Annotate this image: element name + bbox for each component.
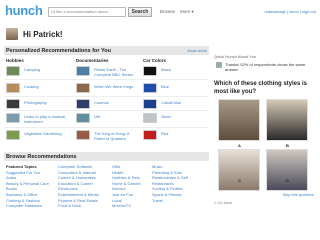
column-heading-car-colors: Car Colors (143, 58, 167, 63)
column-heading-hobbies: Hobbies (6, 58, 24, 63)
browse-column: Computer Software Computers & Internet Cul… (58, 164, 99, 209)
poll-option-d-image[interactable] (266, 149, 308, 191)
recommendation-label[interactable]: Cobalt blue (161, 100, 207, 105)
recommendation-thumbnail[interactable] (143, 66, 157, 76)
row-divider (4, 96, 209, 97)
quick-hunch-panel: Quick Hunch About You Thanks! 52% of res… (214, 54, 316, 204)
recommendation-thumbnail[interactable] (76, 130, 90, 140)
browse-header: Browse Recommendations (4, 152, 209, 161)
recommendation-thumbnail[interactable] (76, 66, 90, 76)
recommendation-label[interactable]: Camping (24, 67, 70, 72)
nav-more[interactable]: More ▾ (180, 9, 194, 15)
checkmark-icon (216, 62, 222, 68)
top-bar: hunch I'd like a recommendation about...… (0, 0, 320, 24)
recommendation-label[interactable]: Cooking (24, 84, 70, 89)
recommendation-thumbnail[interactable] (6, 83, 20, 93)
browse-category-link[interactable]: Entertainment & Media (58, 192, 99, 198)
row-divider (4, 79, 209, 80)
recommendation-label[interactable]: Vegetable Gardening (24, 131, 70, 136)
poll-result-text: Thanks! 52% of respondents chose the sam… (225, 62, 306, 72)
poll-option-c-image[interactable] (218, 149, 260, 191)
poll-option-a-label: A (238, 143, 241, 148)
browse-column: Featured Topics Suggested For You Autos Bea… (6, 164, 49, 209)
browse-category-link[interactable]: Hobbies & Pets (112, 175, 141, 181)
avatar[interactable] (6, 28, 18, 40)
skip-question-link[interactable]: Skip this question (283, 192, 314, 197)
browse-category-link[interactable]: Culture & Humanities (58, 175, 99, 181)
poll-option-a-image[interactable] (218, 99, 260, 141)
recommendations-header: Personalized Recommendations for You sho… (4, 46, 209, 55)
browse-title: Browse Recommendations (6, 153, 77, 160)
recommendation-label[interactable]: Life (94, 114, 140, 119)
inbox-link[interactable]: inbox (289, 9, 299, 14)
recommendation-thumbnail[interactable] (143, 99, 157, 109)
browse-category-link[interactable]: Food & Drink (58, 203, 99, 209)
recommendation-thumbnail[interactable] (6, 99, 20, 109)
browse-column: Music Parenting & Kids Relationships & Sel… (152, 164, 188, 203)
recommendation-label[interactable]: Red (161, 131, 207, 136)
recommendation-label[interactable]: Photography (24, 100, 70, 105)
poll-option-c-label: C (238, 178, 241, 183)
show-more-link[interactable]: show more (187, 48, 207, 53)
recommendation-label[interactable]: The King of Kong: A Fistful of Quarters (94, 131, 140, 141)
column-heading-documentaries: Documentaries (76, 58, 109, 63)
sign-out-link[interactable]: sign out (302, 9, 316, 14)
poll-result-box: Thanks! 52% of respondents chose the sam… (214, 61, 314, 79)
search-button[interactable]: Search (128, 7, 152, 17)
browse-category-link[interactable]: Relationships & Self (152, 175, 188, 181)
recommendation-thumbnail[interactable] (143, 113, 157, 123)
browse-category-link[interactable]: Travel (152, 198, 188, 204)
search-input[interactable]: I'd like a recommendation about... (48, 7, 126, 17)
nav-browse[interactable]: Browse (160, 9, 175, 14)
poll-option-b-image[interactable] (266, 99, 308, 141)
poll-question: Which of these clothing styles is most l… (214, 81, 308, 95)
go-back-link[interactable]: » Go back (214, 200, 232, 205)
recommendation-label[interactable]: Planet Earth - The Complete BBC Series (94, 67, 140, 77)
recommendation-label[interactable]: Cosmos (94, 100, 140, 105)
poll-header: Quick Hunch About You (214, 54, 257, 59)
recommendation-thumbnail[interactable] (6, 66, 20, 76)
recommendation-thumbnail[interactable] (76, 99, 90, 109)
row-divider (4, 127, 209, 128)
recommendation-label[interactable]: Black (161, 67, 207, 72)
recommendation-label[interactable]: Learn to play a musical instrument (24, 114, 70, 124)
recommendation-thumbnail[interactable] (76, 113, 90, 123)
recommendation-label[interactable]: When We Were Kings (94, 84, 140, 89)
poll-option-d-label: D (286, 178, 289, 183)
greeting-title: Hi Patrick! (23, 30, 63, 39)
recommendation-thumbnail[interactable] (143, 130, 157, 140)
recommendations-title: Personalized Recommendations for You (6, 47, 111, 54)
browse-category-link[interactable]: Computer Hardware (6, 203, 49, 209)
recommendation-thumbnail[interactable] (6, 113, 20, 123)
browse-column: Gifts Health Hobbies & Pets Home & Garden In… (112, 164, 141, 209)
recommendation-label[interactable]: Blue (161, 84, 207, 89)
recommendation-label[interactable]: Silver (161, 114, 207, 119)
recommendation-thumbnail[interactable] (6, 130, 20, 140)
recommendation-thumbnail[interactable] (76, 83, 90, 93)
user-link[interactable]: mikesavage (265, 9, 286, 14)
hunch-logo[interactable]: hunch (5, 3, 43, 18)
poll-option-b-label: B (286, 143, 289, 148)
top-links: mikesavage | inbox | sign out (264, 9, 316, 14)
browse-category-link[interactable]: Movies/TV (112, 203, 141, 209)
row-divider (4, 110, 209, 111)
recommendation-thumbnail[interactable] (143, 83, 157, 93)
